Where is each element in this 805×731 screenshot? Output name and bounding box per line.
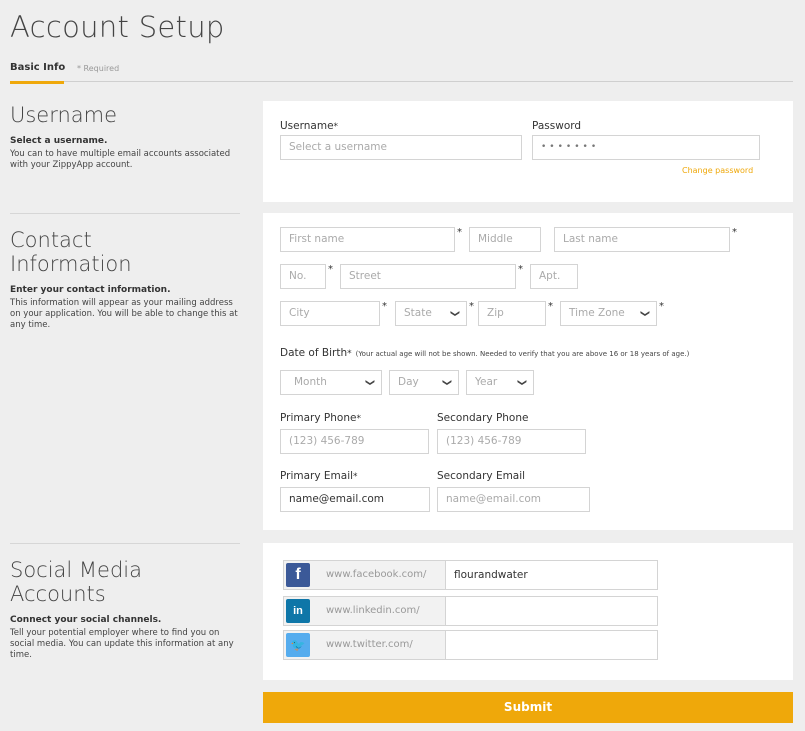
timezone-select[interactable]: Time Zone ❯ (560, 301, 657, 326)
twitter-prefix: 🐦 www.twitter.com/ (284, 631, 446, 659)
social-section-description: Tell your potential employer where to fi… (10, 628, 234, 660)
chevron-down-icon: ❯ (449, 309, 460, 318)
username-label: Username* (280, 120, 339, 132)
secondary-email-input[interactable]: name@email.com (437, 487, 590, 512)
facebook-input[interactable]: flourandwater (454, 561, 528, 589)
tab-basic-info[interactable]: Basic Info (10, 62, 65, 77)
last-name-input[interactable]: Last name (554, 227, 730, 252)
change-password-link[interactable]: Change password (682, 166, 753, 175)
tab-active-indicator (10, 81, 64, 84)
password-label: Password (532, 120, 582, 132)
chevron-down-icon: ❯ (516, 378, 527, 387)
dob-day-select[interactable]: Day ❯ (389, 370, 459, 395)
zip-input[interactable]: Zip (478, 301, 546, 326)
password-input[interactable]: ••••••• (532, 135, 760, 160)
primary-phone-input[interactable]: (123) 456-789 (280, 429, 429, 454)
contact-card: First name * Middle Last name * No. * St… (263, 213, 793, 530)
dob-note: (Your actual age will not be shown. Need… (355, 350, 690, 358)
page-title: Account Setup (10, 10, 225, 44)
facebook-icon: f (286, 563, 310, 587)
divider (10, 213, 240, 214)
middle-name-input[interactable]: Middle (469, 227, 541, 252)
required-note: * Required (77, 64, 120, 73)
username-section-subtitle: Select a username. (10, 136, 108, 146)
primary-email-input[interactable]: name@email.com (280, 487, 430, 512)
submit-button[interactable]: Submit (263, 692, 793, 723)
primary-phone-label: Primary Phone* (280, 412, 361, 424)
contact-section-subtitle: Enter your contact information. (10, 285, 171, 295)
street-number-input[interactable]: No. (280, 264, 326, 289)
contact-section-info: Contact Information Enter your contact i… (10, 228, 240, 331)
linkedin-url: www.linkedin.com/ (326, 605, 420, 616)
required-asterisk: * (328, 264, 333, 275)
chevron-down-icon: ❯ (639, 309, 650, 318)
city-input[interactable]: City (280, 301, 380, 326)
username-input[interactable]: Select a username (280, 135, 522, 160)
chevron-down-icon: ❯ (441, 378, 452, 387)
required-asterisk: * (732, 227, 737, 238)
dob-year-select[interactable]: Year ❯ (466, 370, 534, 395)
contact-section-description: This information will appear as your mai… (10, 298, 238, 330)
dob-label: Date of Birth* (Your actual age will not … (280, 347, 690, 359)
contact-section-title: Contact Information (10, 228, 132, 276)
tab-bar: Basic Info * Required (10, 62, 793, 84)
required-asterisk: * (659, 301, 664, 312)
linkedin-icon: in (286, 599, 310, 623)
divider (10, 543, 240, 544)
required-asterisk: * (457, 227, 462, 238)
chevron-down-icon: ❯ (364, 378, 375, 387)
twitter-row: 🐦 www.twitter.com/ (283, 630, 658, 660)
facebook-prefix: f www.facebook.com/ (284, 561, 446, 589)
social-section-info: Social Media Accounts Connect your socia… (10, 558, 240, 661)
linkedin-row: in www.linkedin.com/ (283, 596, 658, 626)
secondary-phone-input[interactable]: (123) 456-789 (437, 429, 586, 454)
secondary-email-label: Secondary Email (437, 470, 526, 482)
username-section-title: Username (10, 103, 118, 127)
social-section-title: Social Media Accounts (10, 558, 143, 606)
first-name-input[interactable]: First name (280, 227, 455, 252)
facebook-url: www.facebook.com/ (326, 569, 427, 580)
required-asterisk: * (382, 301, 387, 312)
street-input[interactable]: Street (340, 264, 516, 289)
linkedin-prefix: in www.linkedin.com/ (284, 597, 446, 625)
social-card: f www.facebook.com/ flourandwater in www… (263, 543, 793, 680)
required-asterisk: * (469, 301, 474, 312)
apt-input[interactable]: Apt. (530, 264, 578, 289)
social-section-subtitle: Connect your social channels. (10, 615, 162, 625)
dob-month-select[interactable]: Month ❯ (280, 370, 382, 395)
state-select[interactable]: State ❯ (395, 301, 467, 326)
username-section-description: You can to have multiple email accounts … (10, 149, 231, 170)
secondary-phone-label: Secondary Phone (437, 412, 529, 424)
twitter-icon: 🐦 (286, 633, 310, 657)
facebook-row: f www.facebook.com/ flourandwater (283, 560, 658, 590)
username-section-info: Username Select a username. You can to h… (10, 103, 240, 171)
username-card: Username* Select a username Password •••… (263, 101, 793, 202)
primary-email-label: Primary Email* (280, 470, 358, 482)
required-asterisk: * (518, 264, 523, 275)
required-asterisk: * (548, 301, 553, 312)
twitter-url: www.twitter.com/ (326, 639, 413, 650)
